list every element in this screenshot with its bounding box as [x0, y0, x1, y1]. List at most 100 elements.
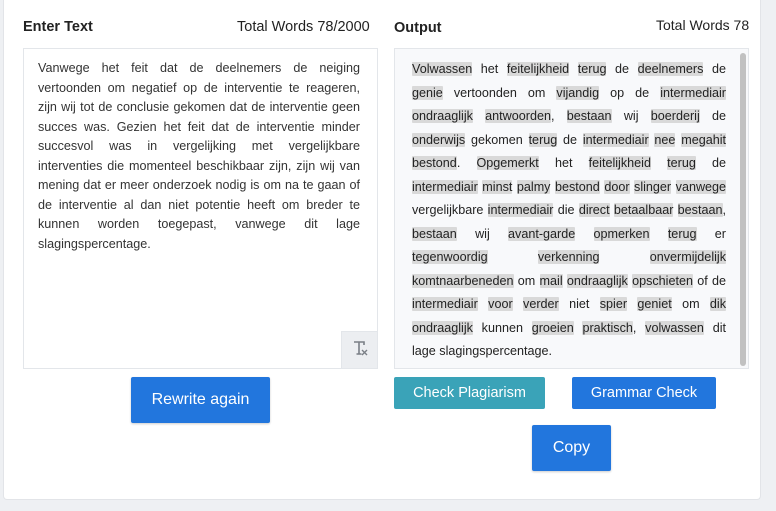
synonym-word[interactable]: intermediair — [412, 297, 478, 311]
synonym-word[interactable]: terug — [667, 226, 697, 241]
output-text-segment: kunnen — [472, 320, 532, 335]
clear-format-icon — [351, 339, 369, 362]
output-text-segment: de — [557, 132, 583, 147]
synonym-word[interactable]: ondraaglijk — [412, 109, 473, 123]
rewrite-again-button[interactable]: Rewrite again — [131, 377, 270, 423]
synonym-word[interactable]: opschieten — [632, 273, 693, 288]
synonym-word[interactable]: genie — [412, 85, 443, 100]
output-text-segment — [599, 250, 649, 264]
output-text-segment: om — [513, 273, 540, 288]
synonym-word[interactable]: bestond — [554, 179, 600, 194]
output-text-segment: of de — [693, 273, 727, 288]
synonym-word[interactable]: spier — [599, 297, 628, 311]
synonym-word[interactable]: terug — [577, 62, 607, 76]
copy-button[interactable]: Copy — [532, 425, 611, 471]
synonym-word[interactable]: geniet — [637, 297, 672, 311]
synonym-word[interactable]: feitelijkheid — [506, 62, 570, 76]
output-text-segment: , — [632, 320, 646, 335]
output-text-segment: niet — [558, 297, 600, 311]
synonym-word[interactable]: groeien — [531, 320, 574, 335]
synonym-word[interactable]: boerderij — [650, 109, 700, 123]
output-word-count: Total Words 78 — [656, 17, 750, 33]
output-text-segment: die — [553, 203, 579, 217]
output-text-segment — [513, 297, 523, 311]
output-scrollbar[interactable] — [740, 53, 746, 366]
output-text-segment — [569, 62, 578, 76]
synonym-word[interactable]: nee — [654, 132, 676, 147]
synonym-word[interactable]: bestaan — [412, 226, 457, 241]
synonym-word[interactable]: vijandig — [556, 85, 600, 100]
synonym-word[interactable]: door — [604, 179, 630, 194]
output-text-segment — [651, 156, 667, 170]
output-text-segment — [488, 250, 538, 264]
synonym-word[interactable]: deelnemers — [637, 62, 704, 76]
output-text-segment — [671, 180, 676, 194]
output-text-segment — [575, 227, 593, 241]
synonym-word[interactable]: onderwijs — [412, 132, 466, 147]
synonym-word[interactable]: direct — [578, 203, 610, 217]
synonym-word[interactable]: terug — [528, 132, 558, 147]
synonym-word[interactable]: avant-garde — [508, 226, 576, 241]
synonym-word[interactable]: palmy — [516, 179, 551, 194]
synonym-word[interactable]: terug — [667, 156, 696, 170]
output-text-segment: er — [696, 226, 726, 241]
output-text-segment: . — [456, 156, 477, 170]
synonym-word[interactable]: betaalbaar — [613, 203, 674, 217]
output-text: Volwassen het feitelijkheid terug de dee… — [412, 58, 727, 364]
output-text-segment: wij — [456, 226, 509, 241]
output-text-segment: het — [472, 62, 507, 76]
synonym-word[interactable]: onvermijdelijk — [649, 250, 727, 264]
synonym-word[interactable]: praktisch — [582, 320, 633, 335]
input-text[interactable]: Vanwege het feit dat de deelnemers de ne… — [38, 59, 360, 254]
output-title: Output — [394, 20, 442, 36]
synonym-word[interactable]: megahit — [681, 132, 727, 147]
input-textarea[interactable]: Vanwege het feit dat de deelnemers de ne… — [23, 48, 378, 369]
output-text-segment: wij — [611, 109, 651, 123]
synonym-word[interactable]: voor — [488, 297, 513, 311]
synonym-word[interactable]: dik — [709, 297, 727, 311]
output-text-segment: gekomen — [465, 132, 529, 147]
synonym-word[interactable]: antwoorden — [485, 109, 551, 123]
input-title: Enter Text — [23, 19, 93, 35]
grammar-check-button[interactable]: Grammar Check — [572, 377, 716, 409]
output-text-segment: om — [671, 297, 710, 311]
output-text-segment: de — [703, 62, 726, 76]
synonym-word[interactable]: mail — [539, 273, 563, 288]
output-text-segment: vergelijkbare — [412, 203, 488, 217]
synonym-word[interactable]: volwassen — [645, 320, 704, 335]
synonym-word[interactable]: Opgemerkt — [476, 156, 539, 170]
synonym-word[interactable]: bestaan — [677, 203, 723, 217]
synonym-word[interactable]: ondraaglijk — [412, 320, 473, 335]
output-text-segment: de — [606, 62, 638, 76]
synonym-word[interactable]: verkenning — [537, 250, 600, 264]
synonym-word[interactable]: intermediair — [487, 203, 554, 217]
synonym-word[interactable]: intermediair — [660, 85, 726, 100]
output-text-segment — [650, 227, 668, 241]
output-text-segment — [627, 297, 637, 311]
output-text-segment — [478, 297, 488, 311]
output-text-segment: de — [699, 109, 727, 123]
output-text-segment: , — [722, 203, 727, 217]
synonym-word[interactable]: tegenwoordig — [412, 250, 488, 264]
output-panel[interactable]: Volwassen het feitelijkheid terug de dee… — [394, 48, 749, 369]
synonym-word[interactable]: verder — [523, 297, 559, 311]
output-text-segment: , — [551, 109, 567, 123]
output-text-segment — [473, 109, 485, 123]
output-text-segment: vertoonden om — [442, 85, 557, 100]
synonym-word[interactable]: minst — [482, 179, 513, 194]
synonym-word[interactable]: komtnaarbeneden — [412, 273, 514, 288]
synonym-word[interactable]: Volwassen — [412, 62, 473, 76]
synonym-word[interactable]: bestond — [412, 156, 457, 170]
synonym-word[interactable]: intermediair — [412, 179, 478, 194]
synonym-word[interactable]: vanwege — [675, 179, 727, 194]
synonym-word[interactable]: feitelijkheid — [588, 156, 651, 170]
rewriter-card: Enter Text Total Words 78/2000 Output To… — [3, 0, 761, 500]
synonym-word[interactable]: intermediair — [582, 132, 649, 147]
synonym-word[interactable]: bestaan — [566, 109, 612, 123]
synonym-word[interactable]: slinger — [634, 179, 672, 194]
synonym-word[interactable]: opmerken — [593, 226, 650, 241]
clear-format-button[interactable] — [341, 331, 377, 368]
check-plagiarism-button[interactable]: Check Plagiarism — [394, 377, 545, 409]
synonym-word[interactable]: ondraaglijk — [566, 273, 628, 288]
output-text-segment: op de — [599, 85, 661, 100]
